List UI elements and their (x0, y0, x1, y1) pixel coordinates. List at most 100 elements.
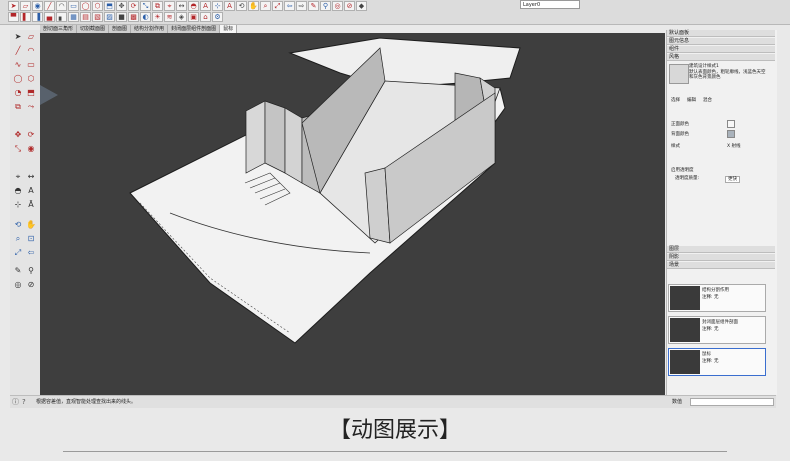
shadows-icon[interactable]: ☀ (152, 12, 163, 22)
shaded-icon[interactable]: ■ (116, 12, 127, 22)
pie-icon[interactable]: ◔ (13, 88, 23, 98)
warehouse-icon[interactable]: ⌂ (200, 12, 211, 22)
lookaround-icon[interactable]: ◎ (332, 1, 343, 11)
zoom-icon[interactable]: ⌕ (260, 1, 271, 11)
paint-icon[interactable]: ◉ (32, 1, 43, 11)
tape-icon[interactable]: ⌖ (13, 172, 23, 182)
style-tab-edit[interactable]: 编辑 (687, 98, 696, 103)
style-tab-mix[interactable]: 混合 (703, 98, 712, 103)
eraser-icon[interactable]: ▱ (20, 1, 31, 11)
wireframe-icon[interactable]: ▧ (92, 12, 103, 22)
zoom-icon[interactable]: ⌕ (13, 234, 23, 244)
rotate-icon[interactable]: ⟳ (26, 130, 36, 140)
component-icon[interactable]: ◈ (176, 12, 187, 22)
shadows-header[interactable]: 阴影 (667, 254, 775, 261)
section-icon[interactable]: ⊘ (344, 1, 355, 11)
backedges-icon[interactable]: ▤ (80, 12, 91, 22)
measurements-input[interactable] (690, 398, 774, 406)
tab-scene-3[interactable]: 剖面图 (109, 25, 132, 33)
protractor-icon[interactable]: ◓ (13, 186, 23, 196)
style-tab-select[interactable]: 选择 (671, 98, 680, 103)
components-header[interactable]: 组件 (667, 46, 775, 53)
rectangle-icon[interactable]: ▭ (26, 60, 36, 70)
walk-icon[interactable]: ⚲ (26, 266, 36, 276)
polygon-icon[interactable]: ⬡ (92, 1, 103, 11)
3dtext-icon[interactable]: Ā (26, 200, 36, 210)
next-icon[interactable]: ⇨ (296, 1, 307, 11)
protractor-icon[interactable]: ◓ (188, 1, 199, 11)
model-viewport[interactable] (40, 33, 665, 395)
circle-icon[interactable]: ◯ (80, 1, 91, 11)
axes-icon[interactable]: ⊹ (212, 1, 223, 11)
tab-scene-4[interactable]: 结构分割作用 (131, 25, 169, 33)
orbit-icon[interactable]: ⟲ (236, 1, 247, 11)
offset-icon[interactable]: ⧉ (13, 102, 23, 112)
arc-icon[interactable]: ◠ (26, 46, 36, 56)
position-camera-icon[interactable]: ✎ (13, 266, 23, 276)
eraser-icon[interactable]: ▱ (26, 32, 36, 42)
pan-icon[interactable]: ✋ (248, 1, 259, 11)
axes-icon[interactable]: ⊹ (13, 200, 23, 210)
polygon-icon[interactable]: ⬡ (26, 74, 36, 84)
rotate-icon[interactable]: ⟳ (128, 1, 139, 11)
paint-icon[interactable]: ◉ (26, 144, 36, 154)
freehand-icon[interactable]: ∿ (13, 60, 23, 70)
dimension-icon[interactable]: ↔ (176, 1, 187, 11)
text-icon[interactable]: A (26, 186, 36, 196)
tab-scene-6[interactable]: 鼠标 (220, 25, 238, 33)
scale-icon[interactable]: ⤡ (140, 1, 151, 11)
left-icon[interactable]: ▖ (56, 12, 67, 22)
layers-header[interactable]: 图层 (667, 246, 775, 253)
tape-icon[interactable]: ⌖ (164, 1, 175, 11)
pushpull-icon[interactable]: ⬒ (104, 1, 115, 11)
zoom-extents-icon[interactable]: ⤢ (13, 248, 23, 258)
tab-scene-2[interactable]: 切割截面图 (77, 25, 110, 33)
tab-scene-1[interactable]: 剖切面三角形 (40, 25, 78, 33)
back-color-swatch[interactable] (727, 130, 735, 138)
pan-icon[interactable]: ✋ (26, 220, 36, 230)
dimension-icon[interactable]: ↔ (26, 172, 36, 182)
hiddenline-icon[interactable]: ▨ (104, 12, 115, 22)
zoom-window-icon[interactable]: ⊡ (26, 234, 36, 244)
move-icon[interactable]: ✥ (116, 1, 127, 11)
select-icon[interactable]: ➤ (13, 32, 23, 42)
section-plane-icon[interactable]: ⊘ (26, 280, 36, 290)
scene-item-1[interactable]: 结构分割作用 注释: 无 (668, 284, 766, 312)
top-icon[interactable]: ▀ (8, 12, 19, 22)
scale-icon[interactable]: ⤡ (13, 144, 23, 154)
walk-icon[interactable]: ⚲ (320, 1, 331, 11)
monochrome-icon[interactable]: ◐ (140, 12, 151, 22)
line-icon[interactable]: ╱ (44, 1, 55, 11)
fog-icon[interactable]: ≋ (164, 12, 175, 22)
scene-item-3[interactable]: 鼠标 注释: 无 (668, 348, 766, 376)
select-icon[interactable]: ➤ (8, 1, 19, 11)
followme-icon[interactable]: ⤳ (26, 102, 36, 112)
circle-icon[interactable]: ◯ (13, 74, 23, 84)
pushpull-icon[interactable]: ⬒ (26, 88, 36, 98)
scenes-header[interactable]: 场景 (667, 262, 775, 269)
extension-icon[interactable]: ⚙ (212, 12, 223, 22)
move-icon[interactable]: ✥ (13, 130, 23, 140)
iso-icon[interactable]: ◆ (356, 1, 367, 11)
previous-icon[interactable]: ⇦ (284, 1, 295, 11)
zoom-extents-icon[interactable]: ⤢ (272, 1, 283, 11)
tab-scene-5[interactable]: 封闭面层组件剖面图 (168, 25, 221, 33)
group-icon[interactable]: ▣ (188, 12, 199, 22)
orbit-icon[interactable]: ⟲ (13, 220, 23, 230)
xray-icon[interactable]: ▦ (68, 12, 79, 22)
textured-icon[interactable]: ▩ (128, 12, 139, 22)
right-icon[interactable]: ▐ (32, 12, 43, 22)
3dtext-icon[interactable]: Ā (224, 1, 235, 11)
position-camera-icon[interactable]: ✎ (308, 1, 319, 11)
text-icon[interactable]: A (200, 1, 211, 11)
back-icon[interactable]: ▄ (44, 12, 55, 22)
line-icon[interactable]: ╱ (13, 46, 23, 56)
transparency-checkbox[interactable]: 启用透明度 (671, 168, 694, 173)
help-icon[interactable]: ? (22, 398, 26, 406)
previous-view-icon[interactable]: ⇦ (26, 248, 36, 258)
arc-icon[interactable]: ◠ (56, 1, 67, 11)
offset-icon[interactable]: ⧉ (152, 1, 163, 11)
scene-item-2[interactable]: 封闭面层组件剖面 注释: 无 (668, 316, 766, 344)
layer-select[interactable]: Layer0 (520, 0, 580, 9)
look-around-icon[interactable]: ◎ (13, 280, 23, 290)
